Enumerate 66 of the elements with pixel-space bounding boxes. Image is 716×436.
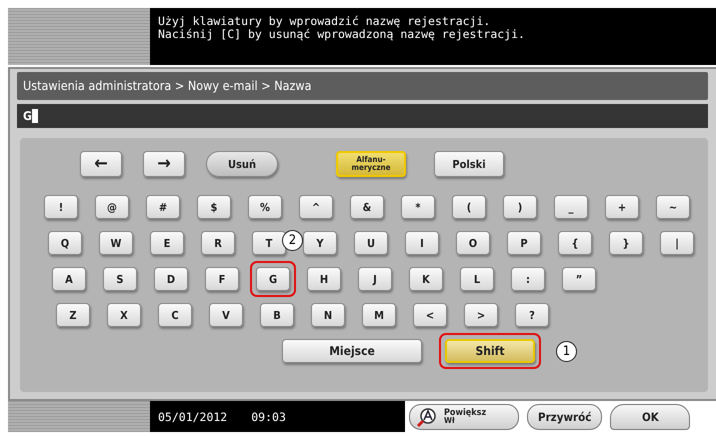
input-field[interactable]: G	[17, 104, 708, 128]
keyboard-key[interactable]: L	[460, 267, 494, 291]
keyboard-key[interactable]: ^	[299, 195, 333, 219]
keyboard-key[interactable]: H	[307, 267, 341, 291]
keyboard-key[interactable]: !	[44, 195, 78, 219]
keyboard-key[interactable]: Q	[48, 231, 82, 255]
footer-button[interactable]: Przywróć	[527, 404, 602, 430]
space-key[interactable]: Miejsce	[282, 339, 422, 363]
keyboard-key[interactable]: }	[609, 231, 643, 255]
keyboard-key[interactable]: E	[150, 231, 184, 255]
keyboard-key[interactable]: X	[107, 303, 141, 327]
keyboard-key[interactable]: O	[456, 231, 490, 255]
keyboard-key[interactable]: C	[158, 303, 192, 327]
text-cursor	[32, 109, 38, 123]
keyboard-key[interactable]: ”	[562, 267, 596, 291]
keyboard-key[interactable]: W	[99, 231, 133, 255]
keyboard-key[interactable]: #	[146, 195, 180, 219]
shift-key[interactable]: Shift	[445, 339, 535, 363]
arrow-key[interactable]: →	[143, 151, 185, 177]
arrow-key[interactable]: ←	[80, 151, 122, 177]
keyboard-key[interactable]: <	[413, 303, 447, 327]
keyboard-key[interactable]: *	[401, 195, 435, 219]
date-text: 05/01/2012	[158, 410, 228, 424]
step-callout: 1	[556, 341, 577, 362]
keyboard-key[interactable]: Y	[303, 231, 337, 255]
keyboard-key[interactable]: (	[452, 195, 486, 219]
keyboard-key[interactable]: K	[409, 267, 443, 291]
keyboard-key[interactable]: S	[103, 267, 137, 291]
step-callout: 2	[282, 230, 303, 251]
keyboard-key[interactable]: D	[154, 267, 188, 291]
keyboard-key[interactable]: +	[605, 195, 639, 219]
keyboard-key[interactable]: @	[95, 195, 129, 219]
time-text: 09:03	[251, 410, 286, 424]
keyboard-key[interactable]: >	[464, 303, 498, 327]
keyboard-key[interactable]: &	[350, 195, 384, 219]
keyboard-key[interactable]: U	[354, 231, 388, 255]
keyboard-key[interactable]: ?	[515, 303, 549, 327]
keyboard-key[interactable]: %	[248, 195, 282, 219]
keyboard-key[interactable]: $	[197, 195, 231, 219]
footer-button[interactable]: OK	[610, 404, 690, 430]
keyboard-key[interactable]: V	[209, 303, 243, 327]
keyboard-key[interactable]: P	[507, 231, 541, 255]
keyboard-key[interactable]: F	[205, 267, 239, 291]
message-text: Użyj klawiatury by wprowadzić nazwę rejestracji.	[158, 15, 492, 28]
keyboard-key[interactable]: {	[558, 231, 592, 255]
keyboard-key[interactable]: R	[201, 231, 235, 255]
keyboard-key[interactable]: )	[503, 195, 537, 219]
mode-button[interactable]: Polski	[434, 151, 504, 177]
breadcrumb: Ustawienia administratora > Nowy e-mail > Nazwa	[17, 72, 708, 100]
delete-button[interactable]: Usuń	[206, 151, 278, 177]
keyboard-key[interactable]: M	[362, 303, 396, 327]
mode-button[interactable]: Alfanu- meryczne	[336, 151, 406, 177]
keyboard-key[interactable]: N	[311, 303, 345, 327]
keyboard-key[interactable]: _	[554, 195, 588, 219]
keyboard-key[interactable]: I	[405, 231, 439, 255]
keyboard-key[interactable]: |	[660, 231, 694, 255]
keyboard-key[interactable]: T	[252, 231, 286, 255]
keyboard-key[interactable]: ~	[656, 195, 690, 219]
keyboard-key[interactable]: G	[256, 267, 290, 291]
message-text: Naciśnij [C] by usunąć wprowadzoną nazwę rejestracji.	[158, 28, 526, 41]
keyboard-key[interactable]: A	[52, 267, 86, 291]
keyboard-key[interactable]: Z	[56, 303, 90, 327]
keyboard-key[interactable]: :	[511, 267, 545, 291]
keyboard-key[interactable]: B	[260, 303, 294, 327]
zoom-button[interactable]: Powiększ Wł	[409, 404, 519, 430]
keyboard-key[interactable]: J	[358, 267, 392, 291]
